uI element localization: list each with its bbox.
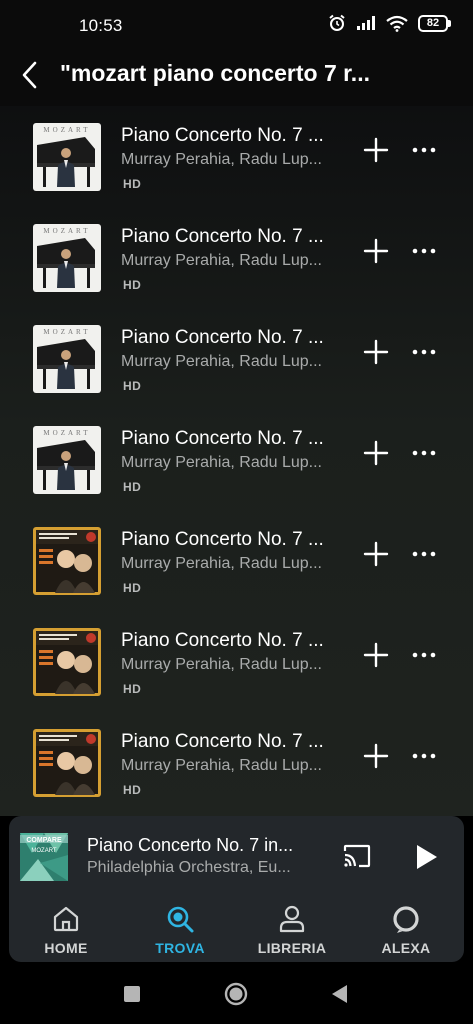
status-time: 10:53 xyxy=(79,16,123,35)
hd-badge: HD xyxy=(123,278,142,292)
alarm-icon xyxy=(329,14,345,31)
now-playing-art-name: MOZART xyxy=(31,848,57,854)
svg-text:MOZART: MOZART xyxy=(43,429,90,437)
add-icon[interactable] xyxy=(362,338,390,366)
more-options-icon[interactable] xyxy=(409,641,439,669)
svg-text:MOZART: MOZART xyxy=(43,227,90,235)
hd-badge: HD xyxy=(123,581,142,595)
nav-home[interactable]: HOME xyxy=(11,894,121,962)
nav-library-label: LIBRERIA xyxy=(257,940,327,956)
search-header: "mozart piano concerto 7 r... xyxy=(0,46,473,106)
nav-library[interactable]: LIBRERIA xyxy=(237,894,347,962)
nav-search[interactable]: TROVA xyxy=(125,894,235,962)
now-playing-title: Piano Concerto No. 7 in... xyxy=(87,835,294,855)
back-arrow-icon[interactable] xyxy=(16,58,44,92)
person-icon xyxy=(279,905,305,933)
nav-home-label: HOME xyxy=(44,940,88,956)
now-playing-album-art: COMPARE MOZART xyxy=(20,833,68,881)
track-row[interactable]: MOZART Piano Concerto No. 7 ... Murray Pe… xyxy=(0,411,473,501)
add-icon[interactable] xyxy=(362,237,390,265)
add-icon[interactable] xyxy=(362,136,390,164)
album-art: MOZART xyxy=(33,325,101,393)
track-title: Piano Concerto No. 7 ... xyxy=(121,731,324,752)
more-options-icon[interactable] xyxy=(409,540,439,568)
track-row[interactable]: MOZART Piano Concerto No. 7 ... Murray Pe… xyxy=(0,209,473,299)
now-playing-artist: Philadelphia Orchestra, Eu... xyxy=(87,859,291,876)
nav-search-label: TROVA xyxy=(155,940,205,956)
page-title: "mozart piano concerto 7 r... xyxy=(60,60,370,86)
track-row[interactable]: Piano Concerto No. 7 ... Murray Perahia, … xyxy=(0,714,473,804)
track-row[interactable]: MOZART Piano Concerto No. 7 ... Murray Pe… xyxy=(0,310,473,400)
bottom-navigation: HOME TROVA LIBRERIA ALEXA xyxy=(9,894,464,962)
home-icon xyxy=(53,906,79,932)
cast-icon[interactable] xyxy=(342,843,372,869)
back-triangle-icon[interactable] xyxy=(328,982,352,1006)
track-title: Piano Concerto No. 7 ... xyxy=(121,125,324,146)
more-options-icon[interactable] xyxy=(409,439,439,467)
wifi-icon xyxy=(386,15,408,32)
svg-text:MOZART: MOZART xyxy=(43,126,90,134)
album-art: MOZART xyxy=(33,224,101,292)
album-art xyxy=(33,628,101,696)
more-options-icon[interactable] xyxy=(409,136,439,164)
track-title: Piano Concerto No. 7 ... xyxy=(121,226,324,247)
track-title: Piano Concerto No. 7 ... xyxy=(121,327,324,348)
status-icons: 82 xyxy=(328,14,451,32)
nav-alexa[interactable]: ALEXA xyxy=(351,894,461,962)
hd-badge: HD xyxy=(123,480,142,494)
track-row[interactable]: MOZART Piano Concerto No. 7 ... Murray Pe… xyxy=(0,108,473,198)
track-title: Piano Concerto No. 7 ... xyxy=(121,529,324,550)
alexa-ring-icon xyxy=(393,906,419,933)
hd-badge: HD xyxy=(123,783,142,797)
track-artist: Murray Perahia, Radu Lup... xyxy=(121,555,322,572)
track-row[interactable]: Piano Concerto No. 7 ... Murray Perahia, … xyxy=(0,613,473,703)
track-artist: Murray Perahia, Radu Lup... xyxy=(121,656,322,673)
mini-player[interactable]: COMPARE MOZART Piano Concerto No. 7 in..… xyxy=(9,816,464,894)
signal-icon xyxy=(357,16,375,30)
search-results-list[interactable]: MOZART Piano Concerto No. 7 ... Murray Pe… xyxy=(0,106,473,816)
nav-alexa-label: ALEXA xyxy=(381,940,431,956)
add-icon[interactable] xyxy=(362,641,390,669)
track-artist: Murray Perahia, Radu Lup... xyxy=(121,151,322,168)
album-art xyxy=(33,527,101,595)
battery-icon: 82 xyxy=(418,14,451,32)
hd-badge: HD xyxy=(123,682,142,696)
svg-text:MOZART: MOZART xyxy=(43,328,90,336)
search-icon xyxy=(167,906,194,933)
add-icon[interactable] xyxy=(362,540,390,568)
more-options-icon[interactable] xyxy=(409,338,439,366)
track-row[interactable]: Piano Concerto No. 7 ... Murray Perahia, … xyxy=(0,512,473,602)
more-options-icon[interactable] xyxy=(409,237,439,265)
system-navigation-bar xyxy=(0,962,473,1024)
album-art: MOZART xyxy=(33,123,101,191)
track-artist: Murray Perahia, Radu Lup... xyxy=(121,353,322,370)
track-artist: Murray Perahia, Radu Lup... xyxy=(121,252,322,269)
recents-icon[interactable] xyxy=(120,982,144,1006)
status-bar: 10:53 82 xyxy=(0,0,473,46)
now-playing-art-label: COMPARE xyxy=(26,837,62,844)
home-circle-icon[interactable] xyxy=(224,982,248,1006)
album-art: MOZART xyxy=(33,426,101,494)
more-options-icon[interactable] xyxy=(409,742,439,770)
hd-badge: HD xyxy=(123,379,142,393)
add-icon[interactable] xyxy=(362,742,390,770)
track-artist: Murray Perahia, Radu Lup... xyxy=(121,757,322,774)
track-artist: Murray Perahia, Radu Lup... xyxy=(121,454,322,471)
track-title: Piano Concerto No. 7 ... xyxy=(121,428,324,449)
album-art xyxy=(33,729,101,797)
play-icon[interactable] xyxy=(413,843,439,871)
add-icon[interactable] xyxy=(362,439,390,467)
hd-badge: HD xyxy=(123,177,142,191)
battery-level: 82 xyxy=(418,14,448,32)
track-title: Piano Concerto No. 7 ... xyxy=(121,630,324,651)
